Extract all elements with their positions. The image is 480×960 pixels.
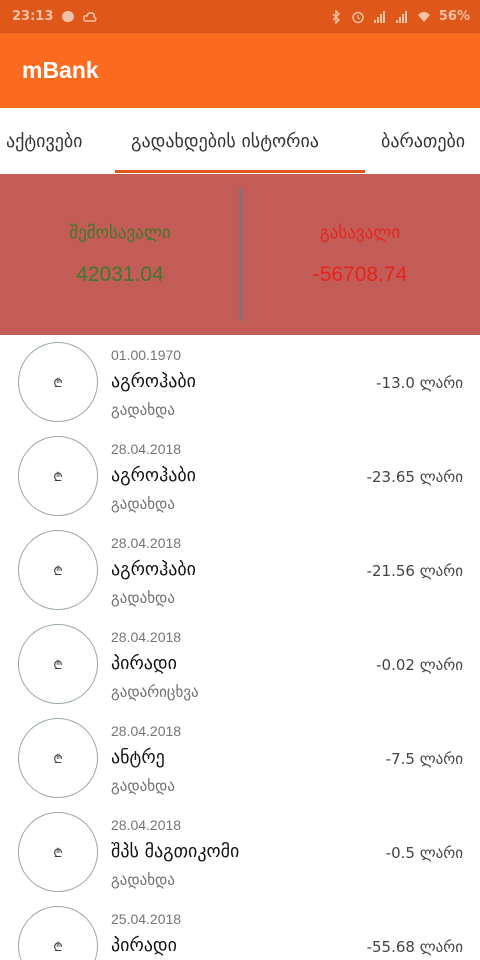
summary-panel: შემოსავალი 42031.04 გასავალი -56708.74 [0, 174, 480, 335]
lari-icon: ₾ [18, 436, 98, 516]
expense-summary: გასავალი -56708.74 [240, 174, 480, 335]
transaction-date: 28.04.2018 [111, 723, 182, 739]
lari-icon: ₾ [18, 718, 98, 798]
transaction-date: 01.00.1970 [111, 347, 182, 363]
cloud-icon [83, 10, 97, 24]
transaction-amount: -21.56 ლარი [366, 562, 463, 580]
transaction-type: გადახდა [111, 871, 175, 889]
expense-value: -56708.74 [312, 262, 408, 286]
messenger-icon [61, 10, 75, 24]
transaction-row[interactable]: ₾ 28.04.2018 შპს მაგთიკომი გადახდა -0.5 … [0, 805, 480, 899]
tab-payment-history[interactable]: გადახდების ისტორია [131, 108, 319, 174]
transaction-row[interactable]: ₾ 25.04.2018 პირადი -55.68 ლარი [0, 899, 480, 960]
tab-bar: აქტივები გადახდების ისტორია ბარათები [0, 108, 480, 174]
transaction-list: ₾ 01.00.1970 აგროჰაბი გადახდა -13.0 ლარი… [0, 335, 480, 960]
income-summary: შემოსავალი 42031.04 [0, 174, 240, 335]
transaction-type: გადახდა [111, 777, 175, 795]
income-value: 42031.04 [76, 262, 164, 286]
app-title: mBank [22, 57, 99, 83]
expense-label: გასავალი [319, 222, 401, 243]
tab-assets[interactable]: აქტივები [6, 108, 82, 174]
battery-percent: 56% [438, 9, 470, 24]
transaction-amount: -7.5 ლარი [385, 750, 463, 768]
active-tab-indicator [115, 170, 365, 173]
transaction-name: შპს მაგთიკომი [111, 841, 240, 862]
lari-icon: ₾ [18, 342, 98, 422]
transaction-date: 28.04.2018 [111, 535, 182, 551]
transaction-type: გადარიცხვა [111, 683, 199, 701]
income-label: შემოსავალი [69, 222, 171, 243]
status-time: 23:13 [12, 9, 54, 24]
wifi-icon [417, 10, 431, 24]
transaction-name: პირადი [111, 653, 177, 674]
lari-icon: ₾ [18, 812, 98, 892]
transaction-date: 28.04.2018 [111, 441, 182, 457]
tab-cards[interactable]: ბარათები [381, 108, 465, 174]
transaction-amount: -0.02 ლარი [376, 656, 463, 674]
transaction-date: 28.04.2018 [111, 629, 182, 645]
transaction-name: აგროჰაბი [111, 465, 196, 486]
transaction-date: 25.04.2018 [111, 911, 182, 927]
transaction-row[interactable]: ₾ 28.04.2018 პირადი გადარიცხვა -0.02 ლარ… [0, 617, 480, 711]
transaction-amount: -13.0 ლარი [376, 374, 463, 392]
transaction-name: აგროჰაბი [111, 559, 196, 580]
app-bar: mBank [0, 33, 480, 108]
transaction-name: ანტრე [111, 747, 165, 768]
transaction-type: გადახდა [111, 401, 175, 419]
transaction-amount: -23.65 ლარი [366, 468, 463, 486]
status-left: 23:13 [12, 9, 97, 24]
status-bar: 23:13 56% [0, 0, 480, 33]
transaction-date: 28.04.2018 [111, 817, 182, 833]
transaction-amount: -0.5 ლარი [385, 844, 463, 862]
transaction-name: აგროჰაბი [111, 371, 196, 392]
transaction-row[interactable]: ₾ 28.04.2018 აგროჰაბი გადახდა -23.65 ლარ… [0, 429, 480, 523]
alarm-icon [351, 10, 365, 24]
status-right: 56% [329, 9, 470, 24]
transaction-row[interactable]: ₾ 01.00.1970 აგროჰაბი გადახდა -13.0 ლარი [0, 335, 480, 429]
transaction-name: პირადი [111, 935, 177, 956]
transaction-row[interactable]: ₾ 28.04.2018 აგროჰაბი გადახდა -21.56 ლარ… [0, 523, 480, 617]
transaction-amount: -55.68 ლარი [366, 938, 463, 956]
transaction-type: გადახდა [111, 589, 175, 607]
signal-icon-1 [373, 10, 387, 24]
transaction-type: გადახდა [111, 495, 175, 513]
transaction-row[interactable]: ₾ 28.04.2018 ანტრე გადახდა -7.5 ლარი [0, 711, 480, 805]
bluetooth-icon [329, 9, 343, 24]
signal-icon-2 [395, 10, 409, 24]
lari-icon: ₾ [18, 906, 98, 960]
lari-icon: ₾ [18, 624, 98, 704]
lari-icon: ₾ [18, 530, 98, 610]
